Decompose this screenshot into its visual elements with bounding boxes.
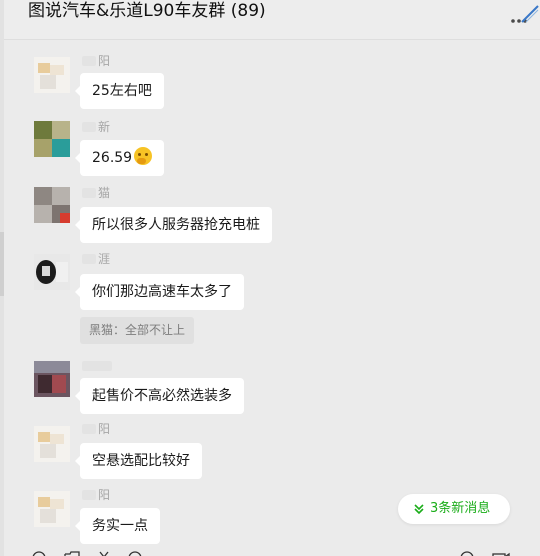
sender-name: 阳 — [82, 422, 142, 436]
video-icon[interactable] — [492, 550, 510, 556]
folder-icon[interactable] — [64, 550, 80, 556]
avatar[interactable] — [34, 361, 70, 397]
sender-name: 阳 — [82, 488, 142, 502]
input-toolbar — [4, 546, 540, 556]
avatar[interactable] — [34, 491, 70, 527]
chat-window: 图说汽车&乐道L90车友群 (89) 阳 25左右吧 新 26.59 猫 所以很… — [0, 0, 540, 556]
avatar[interactable] — [34, 187, 70, 223]
sender-name: 涯 — [82, 252, 142, 266]
chat-icon[interactable] — [128, 550, 142, 556]
sender-name: 阳 — [82, 54, 142, 68]
message-text: 所以很多人服务器抢充电桩 — [92, 217, 260, 233]
sender-name: 新 — [82, 120, 142, 134]
thinking-emoji-icon — [134, 147, 153, 165]
message-bubble[interactable]: 25左右吧 — [75, 73, 164, 109]
scissors-icon[interactable] — [98, 550, 110, 556]
message-text: 25左右吧 — [92, 83, 152, 99]
message-list[interactable]: 阳 25左右吧 新 26.59 猫 所以很多人服务器抢充电桩 涯 你们那边高速车… — [4, 41, 540, 556]
message-text: 起售价不高必然选装多 — [92, 388, 232, 404]
avatar[interactable] — [34, 426, 70, 462]
chat-header: 图说汽车&乐道L90车友群 (89) — [4, 0, 540, 40]
chat-title: 图说汽车&乐道L90车友群 (89) — [28, 1, 266, 21]
message-bubble[interactable]: 你们那边高速车太多了 — [75, 274, 244, 310]
message-text: 务实一点 — [92, 518, 148, 534]
message-text: 空悬选配比较好 — [92, 453, 190, 469]
avatar[interactable] — [34, 254, 70, 290]
corner-decoration — [521, 5, 539, 23]
sender-name — [82, 359, 142, 373]
sender-name: 猫 — [82, 186, 142, 200]
message-text: 26.59 — [92, 150, 133, 166]
avatar[interactable] — [34, 121, 70, 157]
message-bubble[interactable]: 空悬选配比较好 — [75, 443, 202, 479]
message-bubble[interactable]: 26.59 — [74, 140, 165, 176]
phone-icon[interactable] — [460, 550, 474, 556]
quoted-reply[interactable]: 黑猫：全部不让上 — [80, 317, 195, 344]
message-text: 你们那边高速车太多了 — [92, 284, 232, 300]
emoji-icon[interactable] — [32, 550, 46, 556]
new-messages-button[interactable]: 3条新消息 — [398, 494, 510, 524]
message-bubble[interactable]: 所以很多人服务器抢充电桩 — [75, 207, 272, 243]
message-bubble[interactable]: 务实一点 — [75, 508, 160, 544]
new-messages-label: 3条新消息 — [430, 501, 491, 516]
message-bubble[interactable]: 起售价不高必然选装多 — [75, 378, 244, 414]
chevron-double-down-icon — [414, 504, 424, 515]
avatar[interactable] — [34, 57, 70, 93]
